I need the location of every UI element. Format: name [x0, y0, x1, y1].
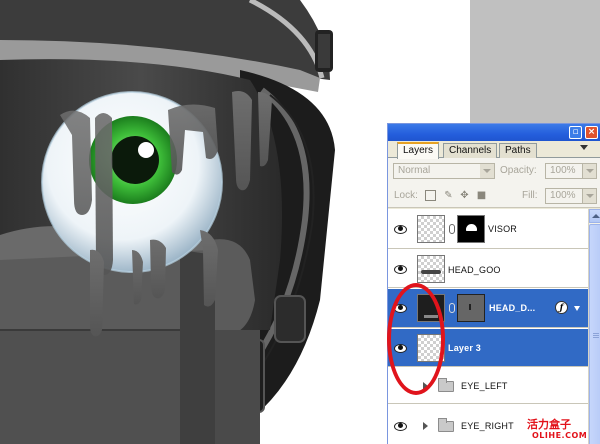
tab-layers[interactable]: Layers — [397, 142, 440, 159]
eye-icon[interactable] — [393, 264, 407, 274]
layer-name[interactable]: HEAD_D... — [489, 302, 535, 314]
layer-mask-thumbnail[interactable] — [457, 294, 485, 322]
lock-transparent-icon[interactable] — [425, 190, 436, 201]
layers-scrollbar[interactable] — [588, 209, 600, 444]
chevron-down-icon — [480, 164, 494, 178]
lock-move-icon[interactable]: ✥ — [459, 190, 470, 201]
fill-label: Fill: — [522, 190, 538, 201]
close-icon[interactable]: × — [585, 126, 598, 139]
lock-all-icon[interactable]: ■ — [476, 190, 487, 201]
expand-arrow-icon[interactable] — [423, 422, 428, 430]
layer-name[interactable]: EYE_RIGHT — [461, 420, 514, 432]
layer-row-visor[interactable]: VISOR — [388, 209, 588, 249]
layer-name[interactable]: HEAD_GOO — [448, 264, 501, 276]
blend-options: Normal Opacity: 100% — [388, 158, 600, 184]
eye-icon[interactable] — [393, 421, 407, 431]
palette-titlebar[interactable]: ▫ × — [388, 124, 600, 141]
layer-thumbnail — [417, 215, 445, 243]
link-icon[interactable] — [449, 303, 455, 313]
palette-menu-icon[interactable] — [580, 145, 588, 150]
opacity-input[interactable]: 100% — [545, 163, 597, 179]
blend-mode-value: Normal — [398, 165, 431, 176]
folder-icon — [438, 418, 454, 432]
layer-name[interactable]: EYE_LEFT — [461, 380, 508, 392]
watermark-text: 活力盒子 — [527, 418, 571, 431]
layer-name[interactable]: Layer 3 — [448, 342, 481, 354]
tab-channels[interactable]: Channels — [443, 143, 498, 158]
opacity-value: 100% — [550, 165, 576, 176]
lock-label: Lock: — [394, 190, 418, 201]
tab-paths[interactable]: Paths — [499, 143, 537, 158]
lock-options: Lock: ✎ ✥ ■ Fill: 100% — [388, 184, 600, 208]
folder-icon — [438, 378, 454, 392]
layer-thumbnail — [417, 255, 445, 283]
layer-style-icon[interactable]: ƒ — [555, 301, 568, 314]
chevron-down-icon[interactable] — [574, 306, 580, 311]
fill-input[interactable]: 100% — [545, 188, 597, 204]
link-icon[interactable] — [449, 224, 455, 234]
scroll-up-icon[interactable] — [589, 209, 600, 223]
chevron-right-icon — [582, 164, 596, 178]
lock-brush-icon[interactable]: ✎ — [443, 190, 454, 201]
watermark-url: OLIHE.COM — [532, 431, 588, 440]
layer-mask-thumbnail[interactable] — [457, 215, 485, 243]
highlight-circle — [387, 283, 445, 395]
fill-value: 100% — [550, 190, 576, 201]
helmet-buckle — [274, 295, 306, 343]
palette-tabs: Layers Channels Paths — [388, 141, 600, 159]
eye-pupil — [111, 136, 159, 184]
layer-name[interactable]: VISOR — [488, 223, 517, 235]
opacity-label: Opacity: — [500, 165, 537, 176]
minimize-icon[interactable]: ▫ — [569, 126, 582, 139]
blend-mode-select[interactable]: Normal — [393, 163, 495, 179]
scrollbar-thumb[interactable] — [589, 224, 600, 444]
eye-icon[interactable] — [393, 224, 407, 234]
chevron-right-icon — [582, 189, 596, 203]
